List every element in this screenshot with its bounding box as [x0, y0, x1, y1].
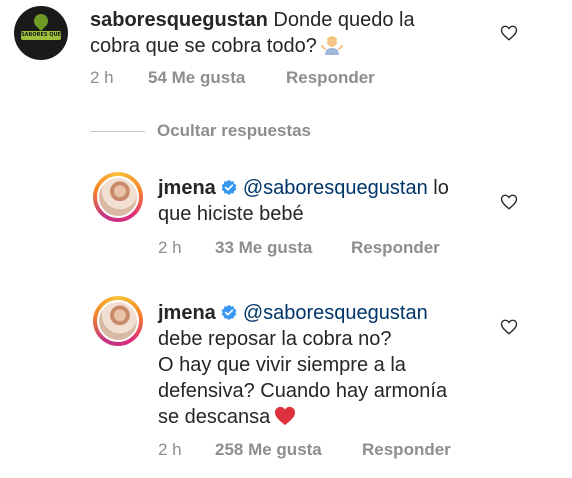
reply-2-line-2: debe reposar la cobra no? — [158, 326, 392, 352]
reply-2-line-4: defensiva? Cuando hay armonía — [158, 378, 447, 404]
avatar[interactable]: SABORES QUE GUSTAN — [14, 6, 68, 60]
like-heart-icon[interactable] — [500, 318, 518, 336]
reply-2-time: 2 h — [158, 440, 182, 460]
reply-2-line-3: O hay que vivir siempre a la — [158, 352, 406, 378]
reply-2-line-5: se descansa — [158, 404, 296, 430]
reply-1-text-line1-tail: lo — [433, 177, 449, 199]
person-shrugging-emoji-icon — [320, 36, 343, 55]
reply-2-time-text: 2 h — [158, 440, 182, 459]
red-heart-emoji-icon — [275, 406, 296, 426]
comment-meta: 2 h — [90, 68, 114, 88]
reply-1-time-text: 2 h — [158, 238, 182, 257]
avatar-logo-text: SABORES QUE GUSTAN — [21, 31, 61, 47]
comment-username[interactable]: saboresquegustan — [90, 9, 268, 31]
comment-likes[interactable]: 54 Me gusta — [148, 68, 245, 88]
reply-1-line-1: jmena @saboresquegustan lo — [158, 175, 449, 201]
comment-reply-button[interactable]: Responder — [286, 68, 375, 88]
reply-1-reply-button[interactable]: Responder — [351, 238, 440, 258]
hide-replies-toggle[interactable]: Ocultar respuestas — [90, 118, 311, 144]
reply-2-text-line3: O hay que vivir siempre a la — [158, 354, 406, 376]
comment-line-1: saboresquegustan Donde quedo la — [90, 7, 415, 33]
reply-1-username[interactable]: jmena — [158, 177, 216, 199]
like-heart-icon[interactable] — [500, 193, 518, 211]
reply-2-likes[interactable]: 258 Me gusta — [215, 440, 322, 460]
comment-time: 2 h — [90, 68, 114, 87]
reply-2-text-line2: debe reposar la cobra no? — [158, 328, 392, 350]
comment-text-line2: cobra que se cobra todo? — [90, 35, 317, 57]
logo-leaf-icon — [31, 11, 51, 31]
avatar-photo — [97, 176, 139, 218]
verified-badge-icon — [221, 179, 237, 196]
divider — [90, 130, 145, 132]
avatar[interactable] — [93, 172, 143, 222]
reply-1-time: 2 h — [158, 238, 182, 258]
avatar[interactable] — [93, 296, 143, 346]
verified-badge-icon — [221, 304, 237, 321]
reply-1-line-2: que hiciste bebé — [158, 201, 304, 227]
hide-replies-label: Ocultar respuestas — [157, 121, 312, 140]
reply-2-line-1: jmena @saboresquegustan — [158, 300, 428, 326]
reply-2-username[interactable]: jmena — [158, 302, 216, 324]
reply-2-mention[interactable]: @saboresquegustan — [243, 302, 428, 324]
reply-2-reply-button[interactable]: Responder — [362, 440, 451, 460]
reply-1-text-line2: que hiciste bebé — [158, 203, 304, 225]
reply-2-text-line5: se descansa — [158, 406, 271, 428]
avatar-photo — [97, 300, 139, 342]
comments-thread: SABORES QUE GUSTAN saboresquegustan Dond… — [0, 0, 572, 478]
like-heart-icon[interactable] — [500, 24, 518, 42]
reply-1-likes[interactable]: 33 Me gusta — [215, 238, 312, 258]
reply-1-mention[interactable]: @saboresquegustan — [243, 177, 428, 199]
comment-line-2: cobra que se cobra todo? — [90, 33, 343, 59]
reply-2-text-line4: defensiva? Cuando hay armonía — [158, 380, 448, 402]
comment-text-line1: Donde quedo la — [273, 9, 415, 31]
